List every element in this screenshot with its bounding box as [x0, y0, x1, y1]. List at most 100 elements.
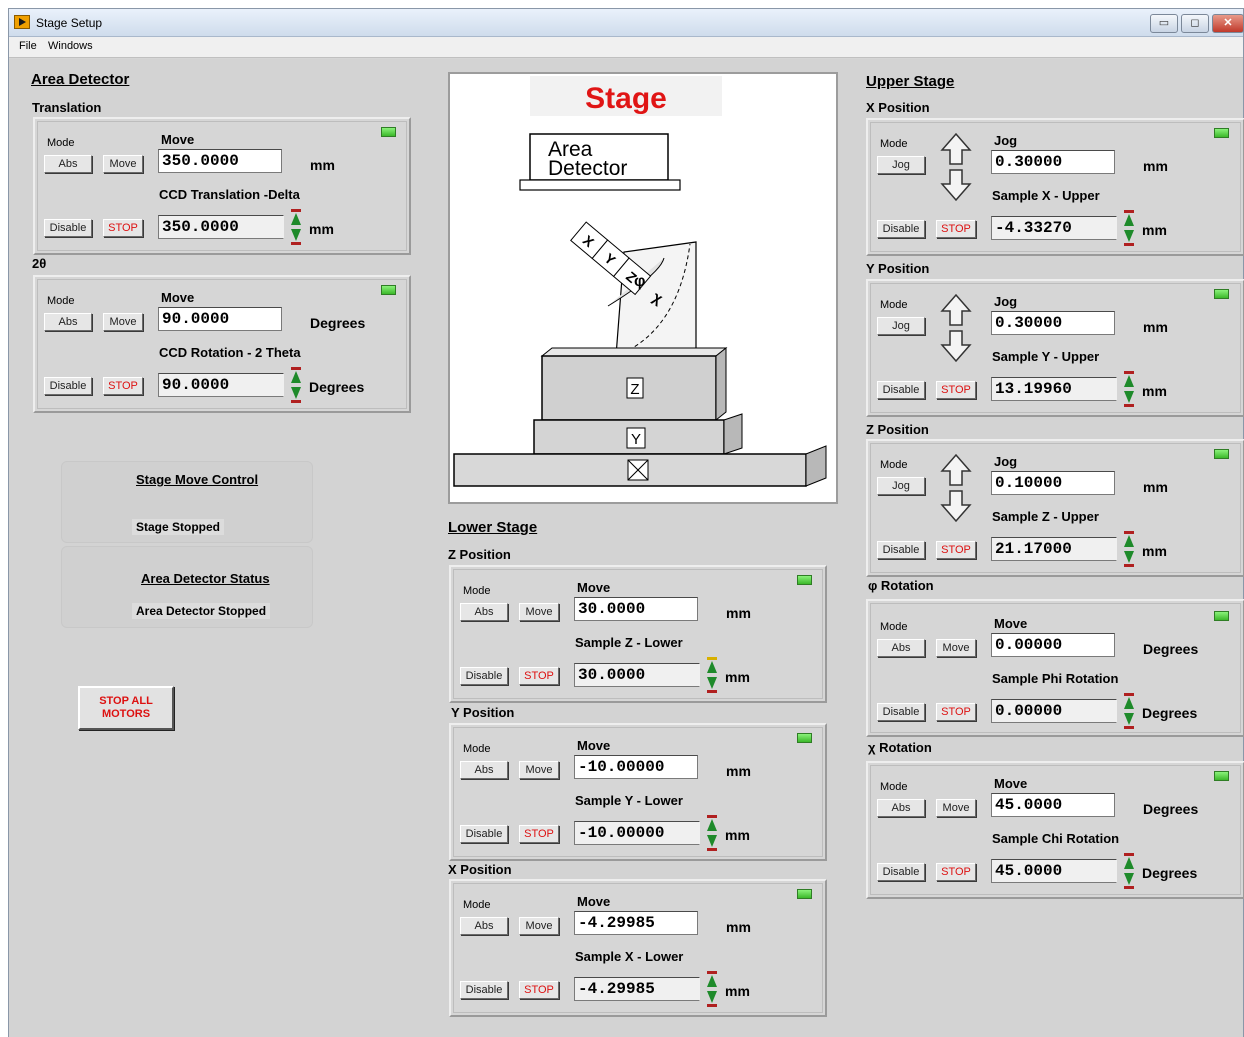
- area-detector-status-title: Area Detector Status: [141, 571, 270, 586]
- area-detector-status-box: Area Detector Status Area Detector Stopp…: [61, 546, 313, 628]
- upper-phi-panel: Mode Abs Move Move 0.00000 Degrees Sampl…: [866, 599, 1244, 737]
- upper-x-jog-input[interactable]: 0.30000: [991, 150, 1115, 174]
- abs-mode-button[interactable]: Abs: [44, 155, 92, 173]
- jog-up-arrow-icon[interactable]: [940, 132, 972, 166]
- upper-chi-panel: Mode Abs Move Move 45.0000 Degrees Sampl…: [866, 761, 1244, 899]
- move-button[interactable]: Move: [103, 155, 143, 173]
- stop-button[interactable]: STOP: [936, 703, 976, 721]
- move-button[interactable]: Move: [519, 917, 559, 935]
- readout-spinner[interactable]: [1124, 210, 1134, 246]
- mode-label: Mode: [463, 899, 491, 911]
- jog-down-arrow-icon[interactable]: [940, 329, 972, 363]
- abs-mode-button[interactable]: Abs: [460, 761, 508, 779]
- stop-button[interactable]: STOP: [519, 825, 559, 843]
- readout-spinner[interactable]: [1124, 693, 1134, 729]
- menu-windows[interactable]: Windows: [48, 40, 93, 52]
- stop-button[interactable]: STOP: [519, 981, 559, 999]
- stage-diagram: Stage Area Detector X Y Z φ χ Z Y: [448, 72, 838, 504]
- upper-z-jog-input[interactable]: 0.10000: [991, 471, 1115, 495]
- disable-button[interactable]: Disable: [877, 541, 925, 559]
- jog-up-arrow-icon[interactable]: [940, 293, 972, 327]
- jog-down-arrow-icon[interactable]: [940, 489, 972, 523]
- readout-spinner[interactable]: [291, 367, 301, 403]
- upper-phi-move-input[interactable]: 0.00000: [991, 633, 1115, 657]
- stop-button[interactable]: STOP: [103, 219, 143, 237]
- disable-button[interactable]: Disable: [877, 381, 925, 399]
- lower-z-readout: 30.0000: [574, 663, 700, 687]
- upper-y-label: Y Position: [866, 261, 930, 276]
- upper-y-jog-input[interactable]: 0.30000: [991, 311, 1115, 335]
- disable-button[interactable]: Disable: [460, 825, 508, 843]
- close-button[interactable]: ✕: [1212, 14, 1244, 33]
- jog-label: Jog: [994, 294, 1018, 309]
- abs-mode-button[interactable]: Abs: [460, 603, 508, 621]
- window-title: Stage Setup: [36, 16, 103, 30]
- stage-setup-window: Stage Setup ▭ ◻ ✕ File Windows Area Dete…: [8, 8, 1244, 1037]
- stop-button[interactable]: STOP: [936, 541, 976, 559]
- readout-spinner[interactable]: [707, 815, 717, 851]
- unit-label: mm: [309, 221, 334, 237]
- two-theta-panel: Mode Abs Move Move 90.0000 Degrees CCD R…: [33, 275, 411, 413]
- translation-move-input[interactable]: 350.0000: [158, 149, 282, 173]
- stop-all-motors-button[interactable]: STOP ALL MOTORS: [78, 686, 174, 730]
- move-button[interactable]: Move: [103, 313, 143, 331]
- move-button[interactable]: Move: [519, 761, 559, 779]
- jog-mode-button[interactable]: Jog: [877, 477, 925, 495]
- readout-spinner[interactable]: [707, 971, 717, 1007]
- unit-label: mm: [310, 157, 335, 173]
- abs-mode-button[interactable]: Abs: [460, 917, 508, 935]
- y-stage-label: Y: [631, 431, 641, 448]
- two-theta-move-input[interactable]: 90.0000: [158, 307, 282, 331]
- disable-button[interactable]: Disable: [44, 219, 92, 237]
- readout-spinner[interactable]: [291, 209, 301, 245]
- stop-button[interactable]: STOP: [936, 381, 976, 399]
- upper-x-panel: Mode Jog Jog 0.30000 mm Sample X - Upper…: [866, 118, 1244, 256]
- disable-button[interactable]: Disable: [460, 667, 508, 685]
- readout-spinner[interactable]: [1124, 371, 1134, 407]
- detector-status-indicator: Area Detector Stopped: [132, 603, 271, 619]
- move-button[interactable]: Move: [519, 603, 559, 621]
- jog-mode-button[interactable]: Jog: [877, 317, 925, 335]
- readout-spinner[interactable]: [707, 657, 717, 693]
- stop-button[interactable]: STOP: [519, 667, 559, 685]
- lower-z-move-input[interactable]: 30.0000: [574, 597, 698, 621]
- maximize-button[interactable]: ◻: [1181, 14, 1209, 33]
- abs-mode-button[interactable]: Abs: [44, 313, 92, 331]
- stop-button[interactable]: STOP: [936, 863, 976, 881]
- move-button[interactable]: Move: [936, 639, 976, 657]
- readout-label: Sample Y - Upper: [992, 349, 1100, 364]
- move-button[interactable]: Move: [936, 799, 976, 817]
- disable-button[interactable]: Disable: [877, 703, 925, 721]
- disable-button[interactable]: Disable: [877, 863, 925, 881]
- minimize-button[interactable]: ▭: [1150, 14, 1178, 33]
- unit-label: mm: [1143, 158, 1168, 174]
- disable-button[interactable]: Disable: [44, 377, 92, 395]
- upper-y-panel: Mode Jog Jog 0.30000 mm Sample Y - Upper…: [866, 279, 1244, 417]
- lower-x-move-input[interactable]: -4.29985: [574, 911, 698, 935]
- move-label: Move: [994, 616, 1028, 631]
- disable-button[interactable]: Disable: [877, 220, 925, 238]
- move-label: Move: [161, 132, 195, 147]
- stop-all-line2: MOTORS: [101, 708, 151, 720]
- jog-up-arrow-icon[interactable]: [940, 453, 972, 487]
- upper-x-readout: -4.33270: [991, 216, 1117, 240]
- lower-y-label: Y Position: [451, 705, 515, 720]
- jog-mode-button[interactable]: Jog: [877, 156, 925, 174]
- disable-button[interactable]: Disable: [460, 981, 508, 999]
- stop-button[interactable]: STOP: [103, 377, 143, 395]
- upper-chi-move-input[interactable]: 45.0000: [991, 793, 1115, 817]
- diagram-title: Stage: [585, 82, 667, 115]
- jog-down-arrow-icon[interactable]: [940, 168, 972, 202]
- mode-label: Mode: [463, 585, 491, 597]
- stage-move-control-box: Stage Move Control Stage Stopped: [61, 461, 313, 543]
- stop-button[interactable]: STOP: [936, 220, 976, 238]
- lower-y-move-input[interactable]: -10.00000: [574, 755, 698, 779]
- abs-mode-button[interactable]: Abs: [877, 639, 925, 657]
- abs-mode-button[interactable]: Abs: [877, 799, 925, 817]
- detector-base: [519, 179, 681, 191]
- menu-file[interactable]: File: [19, 40, 37, 52]
- readout-spinner[interactable]: [1124, 853, 1134, 889]
- readout-label: CCD Rotation - 2 Theta: [159, 345, 301, 360]
- unit-label: mm: [726, 919, 751, 935]
- readout-spinner[interactable]: [1124, 531, 1134, 567]
